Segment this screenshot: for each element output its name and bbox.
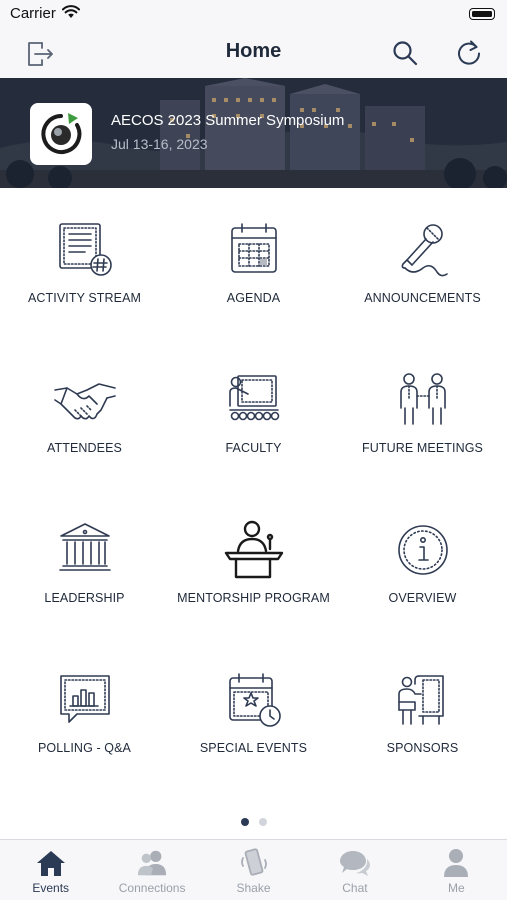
- tile-activity-stream[interactable]: ACTIVITY STREAM: [0, 188, 169, 338]
- tab-chat[interactable]: Chat: [304, 840, 405, 900]
- tile-overview[interactable]: OVERVIEW: [338, 488, 507, 638]
- person-icon: [444, 849, 469, 877]
- tab-label: Events: [32, 881, 70, 895]
- event-logo: [30, 103, 92, 165]
- tile-leadership[interactable]: LEADERSHIP: [0, 488, 169, 638]
- tab-shake[interactable]: Shake: [203, 840, 304, 900]
- nav-bar: Home: [0, 28, 507, 78]
- building-columns-icon: [58, 523, 111, 571]
- handshake-icon: [53, 383, 116, 420]
- tab-label: Shake: [236, 881, 271, 895]
- tab-label: Connections: [118, 881, 186, 895]
- info-icon: [397, 525, 448, 575]
- refresh-button[interactable]: [452, 36, 486, 70]
- tab-me[interactable]: Me: [406, 840, 507, 900]
- bar-chart-icon: [59, 675, 110, 723]
- tab-bar: Events Connections Shake Chat Me: [0, 839, 507, 900]
- tile-label: SPECIAL EVENTS: [199, 741, 308, 755]
- page-title: Home: [225, 40, 282, 62]
- people-meeting-icon: [399, 373, 446, 425]
- house-icon: [36, 851, 65, 876]
- tile-mentorship-program[interactable]: MENTORSHIP PROGRAM: [169, 488, 338, 638]
- sponsor-board-icon: [397, 675, 444, 725]
- event-title: AECOS 2023 Summer Symposium: [111, 112, 345, 129]
- tile-polling-qa[interactable]: POLLING - Q&A: [0, 638, 169, 788]
- wifi-icon: [62, 5, 80, 18]
- tile-label: OVERVIEW: [388, 591, 457, 605]
- carrier-label: Carrier: [10, 5, 56, 22]
- tab-connections[interactable]: Connections: [101, 840, 202, 900]
- connections-icon: [137, 850, 167, 876]
- page-dot-1[interactable]: [240, 818, 249, 826]
- tab-label: Chat: [342, 881, 368, 895]
- tile-attendees[interactable]: ATTENDEES: [0, 338, 169, 488]
- search-icon: [393, 41, 418, 66]
- tile-label: MENTORSHIP PROGRAM: [177, 591, 330, 605]
- presenter-icon: [228, 375, 279, 421]
- event-banner[interactable]: AECOS 2023 Summer Symposium Jul 13-16, 2…: [0, 78, 507, 188]
- tile-label: ATTENDEES: [47, 441, 122, 455]
- chat-bubbles-icon: [339, 851, 370, 876]
- tile-special-events[interactable]: SPECIAL EVENTS: [169, 638, 338, 788]
- tab-label: Me: [447, 881, 465, 895]
- tile-faculty[interactable]: FACULTY: [169, 338, 338, 488]
- shake-phone-icon: [240, 848, 267, 876]
- tile-agenda[interactable]: AGENDA: [169, 188, 338, 338]
- battery-icon: [469, 8, 495, 20]
- tile-label: FACULTY: [225, 441, 282, 455]
- event-date: Jul 13-16, 2023: [111, 136, 208, 152]
- tile-label: SPONSORS: [386, 741, 459, 755]
- tile-label: FUTURE MEETINGS: [362, 441, 483, 455]
- tile-sponsors[interactable]: SPONSORS: [338, 638, 507, 788]
- event-logo-icon: [41, 113, 82, 154]
- calendar-star-icon: [228, 673, 281, 727]
- tile-future-meetings[interactable]: FUTURE MEETINGS: [338, 338, 507, 488]
- page-indicator[interactable]: [0, 818, 507, 826]
- tab-events[interactable]: Events: [0, 840, 101, 900]
- tile-label: ACTIVITY STREAM: [27, 291, 142, 305]
- tile-label: ANNOUNCEMENTS: [364, 291, 481, 305]
- tile-announcements[interactable]: ANNOUNCEMENTS: [338, 188, 507, 338]
- microphone-icon: [401, 224, 448, 277]
- podium-speaker-icon: [224, 520, 283, 579]
- activity-stream-icon: [58, 223, 112, 276]
- tile-label: AGENDA: [226, 291, 281, 305]
- tile-label: LEADERSHIP: [44, 591, 125, 605]
- page-dot-2[interactable]: [258, 818, 267, 826]
- calendar-icon: [230, 223, 277, 273]
- status-bar: Carrier: [0, 0, 507, 28]
- tile-label: POLLING - Q&A: [38, 741, 131, 755]
- refresh-icon: [458, 40, 481, 65]
- search-button[interactable]: [388, 36, 422, 70]
